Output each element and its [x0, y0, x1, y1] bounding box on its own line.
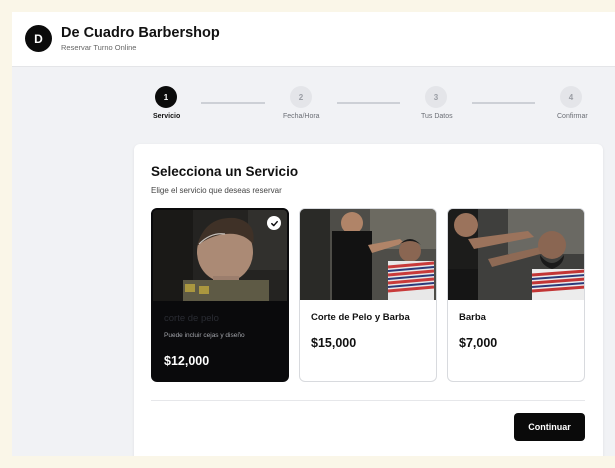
- service-name: Barba: [459, 312, 486, 323]
- section-title: Selecciona un Servicio: [151, 164, 299, 179]
- service-option-barba[interactable]: Barba $7,000: [447, 208, 585, 382]
- step-connector: [472, 102, 535, 104]
- step-3-label: Tus Datos: [421, 113, 453, 120]
- step-1-indicator: 1: [155, 86, 177, 108]
- service-option-corte-de-pelo[interactable]: corte de pelo Puede incluir cejas y dise…: [151, 208, 289, 382]
- service-name: corte de pelo: [164, 313, 219, 324]
- divider: [151, 400, 585, 401]
- step-4-label: Confirmar: [557, 113, 588, 120]
- continue-button[interactable]: Continuar: [514, 413, 585, 441]
- step-connector: [337, 102, 400, 104]
- service-description: Puede incluir cejas y diseño: [164, 332, 245, 339]
- service-price: $15,000: [311, 336, 357, 350]
- service-price: $7,000: [459, 336, 498, 350]
- step-1-label: Servicio: [153, 113, 181, 120]
- service-option-corte-y-barba[interactable]: Corte de Pelo y Barba $15,000: [299, 208, 437, 382]
- service-price: $12,000: [164, 354, 210, 368]
- service-name: Corte de Pelo y Barba: [311, 312, 410, 323]
- step-3-indicator: 3: [425, 86, 447, 108]
- check-icon: [267, 216, 281, 230]
- section-subtitle: Elige el servicio que deseas reservar: [151, 186, 282, 195]
- step-2-label: Fecha/Hora: [283, 113, 320, 120]
- step-4-indicator: 4: [560, 86, 582, 108]
- step-connector: [201, 102, 265, 104]
- service-photo: [300, 209, 436, 300]
- service-photo: [448, 209, 584, 300]
- app-window: D De Cuadro Barbershop Reservar Turno On…: [12, 12, 615, 456]
- service-selection-card: Selecciona un Servicio Elige el servicio…: [134, 144, 603, 456]
- step-2-indicator: 2: [290, 86, 312, 108]
- booking-stepper: 1 Servicio 2 Fecha/Hora 3 Tus Datos 4 Co…: [12, 12, 615, 132]
